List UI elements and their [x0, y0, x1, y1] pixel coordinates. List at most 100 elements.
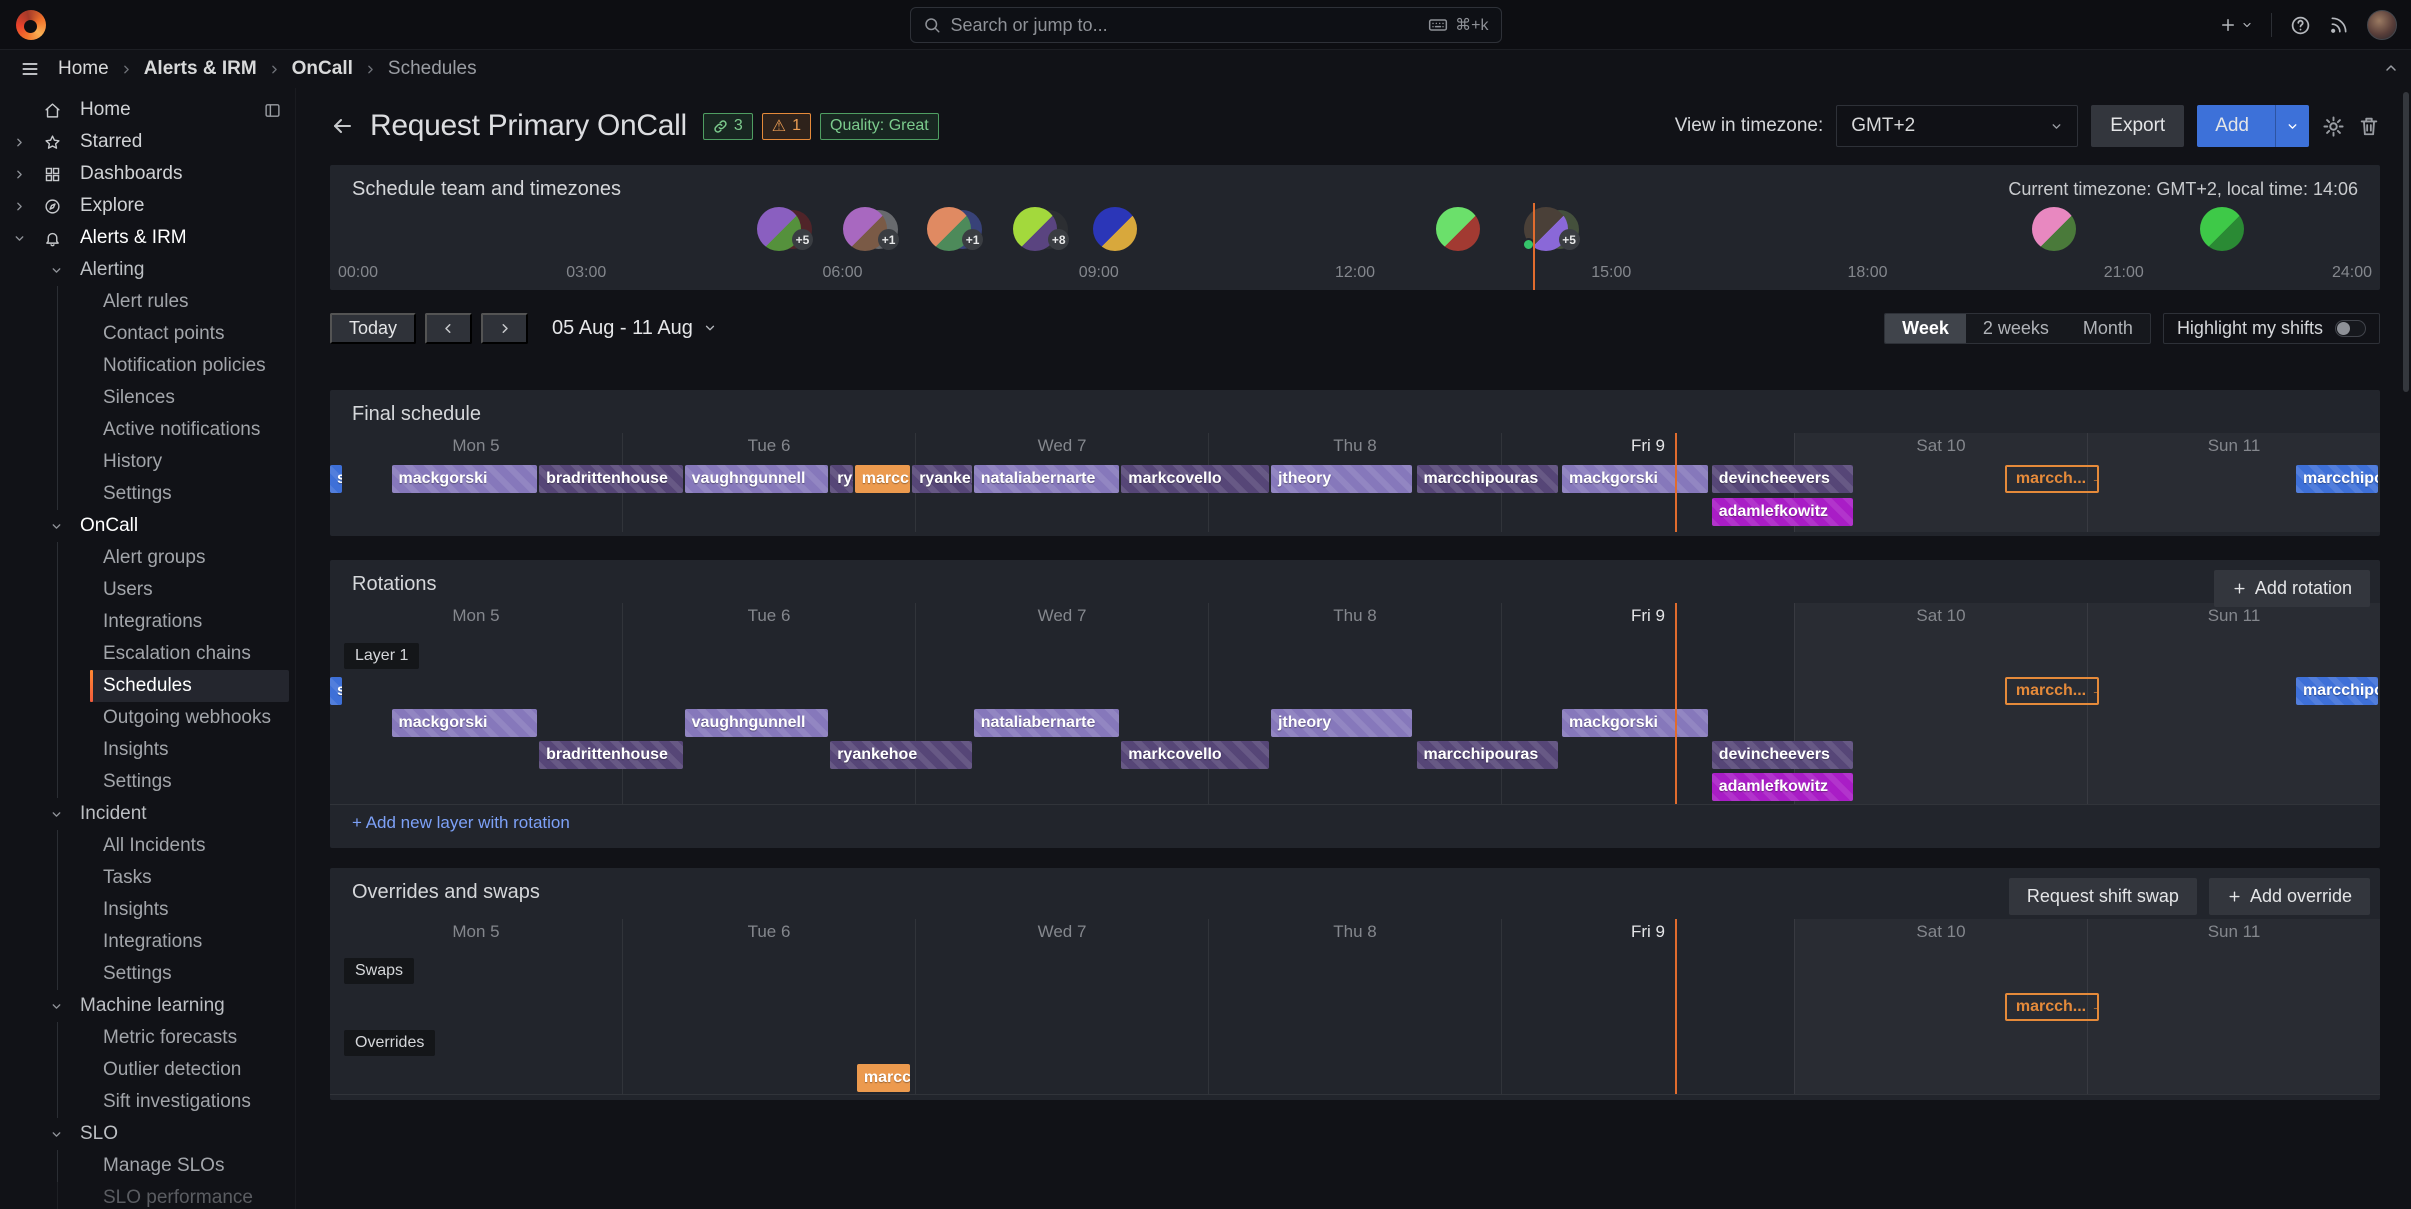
warnings-badge[interactable]: ⚠ 1 — [762, 113, 811, 140]
shift-block[interactable]: marcchipouras — [1417, 741, 1559, 769]
search-input[interactable]: Search or jump to... ⌘+k — [910, 7, 1502, 43]
sidebar-item-alerts-irm[interactable]: Alerts & IRM — [0, 222, 295, 254]
shift-swap-request[interactable]: marcch... → ? — [2005, 677, 2099, 705]
sidebar-item-explore[interactable]: Explore — [0, 190, 295, 222]
sidebar-item-incident[interactable]: Incident — [0, 798, 295, 830]
export-button[interactable]: Export — [2091, 105, 2184, 147]
shift-block[interactable]: jtheory — [1271, 709, 1413, 737]
shift-block[interactable]: vaughngunnell — [685, 709, 829, 737]
delete-trash-icon[interactable] — [2358, 115, 2380, 137]
menu-toggle-icon[interactable] — [20, 59, 40, 79]
sidebar-item-settings[interactable]: Settings — [0, 958, 295, 990]
sidebar-item-sift-investigations[interactable]: Sift investigations — [0, 1086, 295, 1118]
user-avatar-group[interactable] — [1436, 207, 1480, 251]
sidebar-item-active-notifications[interactable]: Active notifications — [0, 414, 295, 446]
sidebar-item-machine-learning[interactable]: Machine learning — [0, 990, 295, 1022]
sidebar-item-settings[interactable]: Settings — [0, 766, 295, 798]
sidebar-item-slo[interactable]: SLO — [0, 1118, 295, 1150]
add-rotation-button[interactable]: Add rotation — [2214, 570, 2370, 607]
chevron-down-icon[interactable] — [50, 264, 63, 277]
grafana-logo-icon[interactable] — [16, 10, 46, 40]
breadcrumb-item-home[interactable]: Home — [58, 58, 109, 80]
sidebar-item-all-incidents[interactable]: All Incidents — [0, 830, 295, 862]
user-avatar[interactable] — [2200, 207, 2244, 251]
shift-block[interactable]: mackgorski — [392, 465, 538, 493]
shift-block[interactable]: marcchip — [857, 1064, 910, 1092]
shift-swap-request[interactable]: marcch... → ? — [2005, 993, 2099, 1021]
user-avatar-group[interactable]: +5 — [757, 207, 801, 251]
shift-block[interactable]: s — [330, 677, 342, 705]
sidebar-item-settings[interactable]: Settings — [0, 478, 295, 510]
next-week-button[interactable] — [481, 313, 528, 344]
view-option-2-weeks[interactable]: 2 weeks — [1966, 314, 2066, 343]
sidebar-item-insights[interactable]: Insights — [0, 894, 295, 926]
view-option-month[interactable]: Month — [2066, 314, 2150, 343]
shift-block[interactable]: mackgorski — [1562, 465, 1708, 493]
request-shift-swap-button[interactable]: Request shift swap — [2009, 878, 2197, 915]
shift-block[interactable]: nataliabernarte — [974, 709, 1120, 737]
highlight-toggle[interactable] — [2335, 320, 2366, 337]
user-avatar-group[interactable]: +1 — [927, 207, 971, 251]
sidebar-item-outgoing-webhooks[interactable]: Outgoing webhooks — [0, 702, 295, 734]
user-avatar[interactable] — [1436, 207, 1480, 251]
sidebar-item-escalation-chains[interactable]: Escalation chains — [0, 638, 295, 670]
chevron-down-icon[interactable] — [50, 520, 63, 533]
sidebar-item-tasks[interactable]: Tasks — [0, 862, 295, 894]
user-avatar-group[interactable] — [2032, 207, 2076, 251]
sidebar-item-schedules[interactable]: Schedules — [0, 670, 295, 702]
new-menu-button[interactable] — [2219, 16, 2253, 34]
sidebar-item-insights[interactable]: Insights — [0, 734, 295, 766]
sidebar-item-starred[interactable]: Starred — [0, 126, 295, 158]
sidebar-item-integrations[interactable]: Integrations — [0, 606, 295, 638]
shift-block[interactable]: bradrittenhouse — [539, 465, 683, 493]
shift-block[interactable]: s — [330, 465, 342, 493]
add-dropdown-caret[interactable] — [2275, 105, 2309, 147]
shift-block[interactable]: mackgorski — [1562, 709, 1708, 737]
sidebar-item-oncall[interactable]: OnCall — [0, 510, 295, 542]
shift-block[interactable]: ryankehoe — [830, 741, 972, 769]
help-button[interactable] — [2290, 15, 2311, 36]
chevron-right-icon[interactable] — [13, 136, 26, 149]
sidebar-item-home[interactable]: Home — [0, 94, 295, 126]
dock-icon[interactable] — [264, 102, 281, 119]
sidebar-item-manage-slos[interactable]: Manage SLOs — [0, 1150, 295, 1182]
settings-gear-icon[interactable] — [2322, 115, 2345, 138]
linked-escalations-badge[interactable]: 3 — [703, 113, 753, 140]
add-button[interactable]: Add — [2197, 105, 2309, 147]
shift-block[interactable]: marcchipouras — [1417, 465, 1559, 493]
chevron-right-icon[interactable] — [13, 200, 26, 213]
highlight-my-shifts[interactable]: Highlight my shifts — [2163, 313, 2380, 344]
user-avatar-group[interactable]: +5 — [1524, 207, 1568, 251]
chevron-up-icon[interactable] — [2383, 60, 2399, 76]
prev-week-button[interactable] — [425, 313, 472, 344]
news-button[interactable] — [2329, 15, 2349, 35]
shift-block[interactable]: devincheevers — [1712, 741, 1854, 769]
user-avatar-group[interactable]: +8 — [1013, 207, 1057, 251]
shift-block[interactable]: nataliabernarte — [974, 465, 1120, 493]
shift-swap-request[interactable]: marcch... → ? — [2005, 465, 2099, 493]
shift-block[interactable]: mackgorski — [392, 709, 538, 737]
date-range-picker[interactable]: 05 Aug - 11 Aug — [552, 317, 717, 340]
sidebar-item-alerting[interactable]: Alerting — [0, 254, 295, 286]
sidebar-item-notification-policies[interactable]: Notification policies — [0, 350, 295, 382]
quality-badge[interactable]: Quality: Great — [820, 113, 939, 140]
sidebar-item-dashboards[interactable]: Dashboards — [0, 158, 295, 190]
shift-block[interactable]: marcchipoura — [2296, 465, 2378, 493]
user-avatar-group[interactable]: +1 — [843, 207, 887, 251]
sidebar-item-alert-rules[interactable]: Alert rules — [0, 286, 295, 318]
user-avatar[interactable] — [2032, 207, 2076, 251]
shift-block[interactable]: bradrittenhouse — [539, 741, 683, 769]
shift-block[interactable]: marcchip — [855, 465, 910, 493]
chevron-down-icon[interactable] — [50, 808, 63, 821]
page-scrollbar[interactable] — [2403, 92, 2409, 392]
sidebar-item-integrations[interactable]: Integrations — [0, 926, 295, 958]
shift-block[interactable]: adamlefkowitz — [1712, 498, 1854, 526]
sidebar-item-slo-performance[interactable]: SLO performance — [0, 1182, 295, 1209]
user-avatar[interactable] — [2367, 10, 2397, 40]
back-button[interactable] — [330, 114, 354, 138]
shift-block[interactable]: vaughngunnell — [685, 465, 829, 493]
timezone-select[interactable]: GMT+2 — [1836, 105, 2078, 147]
sidebar-item-silences[interactable]: Silences — [0, 382, 295, 414]
chevron-down-icon[interactable] — [50, 1128, 63, 1141]
sidebar-item-alert-groups[interactable]: Alert groups — [0, 542, 295, 574]
